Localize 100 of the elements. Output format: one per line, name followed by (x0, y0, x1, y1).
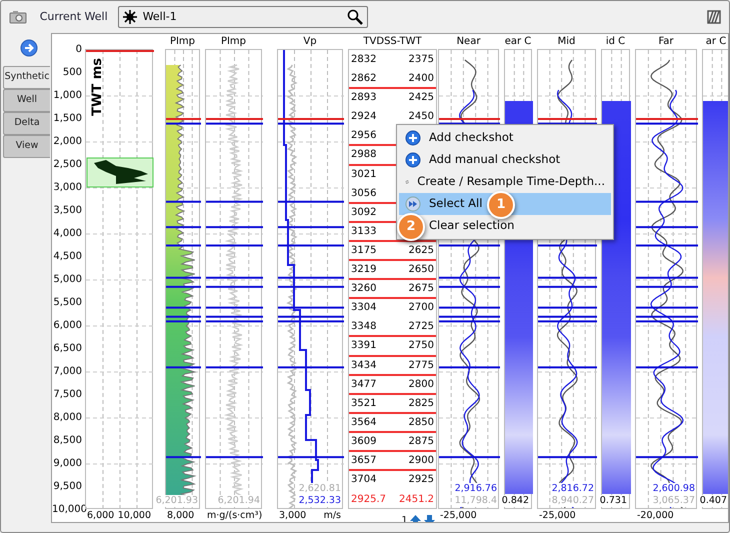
table-cell-text: 3521 (351, 396, 376, 411)
table-cell-text: 2625 (408, 244, 434, 258)
axis-tick-label: 8,000 (52, 411, 83, 425)
time-depth-row[interactable]: 3564 2850 (349, 414, 436, 433)
table-cell-text: 2924 (351, 110, 376, 124)
curve-value: 0.842 (500, 495, 530, 507)
table-cell-text: 2425 (408, 91, 434, 106)
axis-tick-label: 5,500 (52, 296, 83, 310)
table-cell-text: 2850 (408, 416, 434, 430)
time-depth-row[interactable]: 3260 2675 (349, 280, 436, 300)
time-depth-row[interactable]: 2832 2375 (349, 51, 436, 70)
time-depth-row[interactable]: 3521 2825 (349, 394, 436, 414)
scale-label: m/s (324, 509, 341, 522)
axis-tick-label: 2,500 (52, 158, 83, 172)
curve-value: 2,532.33 (298, 495, 341, 507)
table-cell-text: 2450 (408, 110, 434, 124)
track-header: Mid (558, 35, 576, 49)
table-cell-text: 2400 (408, 72, 434, 86)
table-cell-text: 2650 (408, 263, 434, 278)
table-cell-text: 2375 (408, 53, 434, 67)
axis-tick-label: 10,000 (52, 503, 85, 517)
track-header: Vp (303, 35, 317, 49)
axis-title: TWT ms (89, 58, 106, 116)
side-tab[interactable]: View (3, 135, 50, 158)
table-cell-text: 3175 (351, 244, 376, 258)
time-depth-row[interactable]: 3609 2875 (349, 432, 436, 452)
scale-label: 10,000 (118, 509, 151, 522)
track-header: ear C (504, 35, 532, 49)
time-depth-row[interactable]: 3348 2725 (349, 318, 436, 338)
axis-tick-label: 7,500 (52, 388, 83, 402)
curve-value: 6,201.94 (218, 495, 260, 507)
table-cell-text: 3704 (351, 473, 376, 488)
table-cell-text: 2875 (408, 434, 434, 449)
table-cell-text: 3260 (351, 282, 376, 296)
curve-value: 3,065.37 (652, 495, 695, 507)
time-depth-row[interactable]: 3434 2775 (349, 356, 436, 376)
time-depth-row[interactable]: 3391 2750 (349, 337, 436, 356)
scale-label: 8,000 (167, 509, 194, 522)
axis-tick-label: 2,000 (52, 135, 83, 149)
table-cell-text: 2988 (351, 148, 376, 162)
time-depth-row[interactable]: 2893 2425 (349, 89, 436, 108)
table-cell-text: 3391 (351, 339, 376, 354)
table-cell-text: 2832 (351, 53, 376, 67)
axis-tick-label: 6,500 (52, 342, 83, 356)
table-cell-text: 2900 (408, 454, 434, 468)
stripes-icon (707, 10, 721, 24)
table-cell-text: 2893 (351, 91, 376, 106)
camera-icon (9, 10, 27, 24)
curve-value: 2,620.81 (298, 483, 341, 495)
scale-label: 6,000 (87, 509, 114, 522)
table-cell-text: 2725 (408, 320, 434, 334)
table-cell-text: 2956 (351, 129, 376, 144)
plus-circle-icon (405, 152, 421, 168)
track-header: Far (658, 35, 674, 49)
track-header: PImp (170, 35, 196, 49)
table-cell-text: 3564 (351, 416, 376, 430)
scale-label: -25,000 (440, 509, 477, 522)
side-tab[interactable]: Synthetic (3, 66, 50, 89)
table-cell-text: 3092 (351, 206, 376, 220)
track-header: ar C (706, 35, 726, 49)
axis-tick-label: 1,500 (52, 112, 83, 126)
axis-tick-label: 500 (62, 66, 83, 80)
total-value: 2925.7 (351, 493, 386, 507)
curve-value: 8,940.27 (552, 495, 594, 507)
scale-label: -25,000 (539, 509, 576, 522)
axis-tick-label: 0 (74, 43, 83, 57)
table-cell-text: 3477 (351, 378, 376, 392)
time-depth-row[interactable]: 3304 2700 (349, 299, 436, 318)
time-depth-row[interactable]: 3657 2900 (349, 452, 436, 472)
axis-tick-label: 9,000 (52, 457, 83, 471)
track-header: Near (456, 35, 480, 49)
table-cell-text: 2750 (408, 339, 434, 354)
table-cell-text: 3056 (351, 186, 376, 201)
table-cell-text: 3348 (351, 320, 376, 334)
time-depth-row[interactable]: 2924 2450 (349, 108, 436, 128)
side-tab[interactable]: Well (3, 89, 50, 112)
well-selector[interactable]: Well-1 (118, 6, 368, 28)
time-depth-row[interactable]: 2862 2400 (349, 70, 436, 90)
table-cell-text: 3434 (351, 358, 376, 372)
side-tab[interactable]: Delta (3, 112, 50, 135)
axis-tick-label: 9,500 (52, 480, 83, 494)
time-depth-row[interactable]: 3477 2800 (349, 376, 436, 395)
time-depth-row[interactable]: 3219 2650 (349, 261, 436, 280)
scale-label: 3,000 (279, 509, 306, 522)
curve-value: 11,798.4 (454, 495, 497, 507)
axis-tick-label: 7,000 (52, 365, 83, 379)
search-icon (346, 9, 363, 25)
table-cell-text: 3219 (351, 263, 376, 278)
scale-label: m·g/(s·cm³) (207, 509, 262, 522)
curve-value: 2,816.72 (552, 483, 594, 495)
axis-tick-label: 4,000 (52, 227, 83, 241)
time-depth-row[interactable]: 3704 2925 (349, 471, 436, 490)
curve-value: 6,201.93 (156, 495, 198, 507)
star-icon (122, 10, 137, 24)
axis-tick-label: 4,500 (52, 250, 83, 264)
track-header: id C (606, 35, 626, 49)
table-cell-text: 2825 (408, 396, 434, 411)
curve-value: 2,600.98 (652, 483, 695, 495)
table-cell-text: 3657 (351, 454, 376, 468)
track-header: TVDSS-TWT (363, 35, 422, 49)
